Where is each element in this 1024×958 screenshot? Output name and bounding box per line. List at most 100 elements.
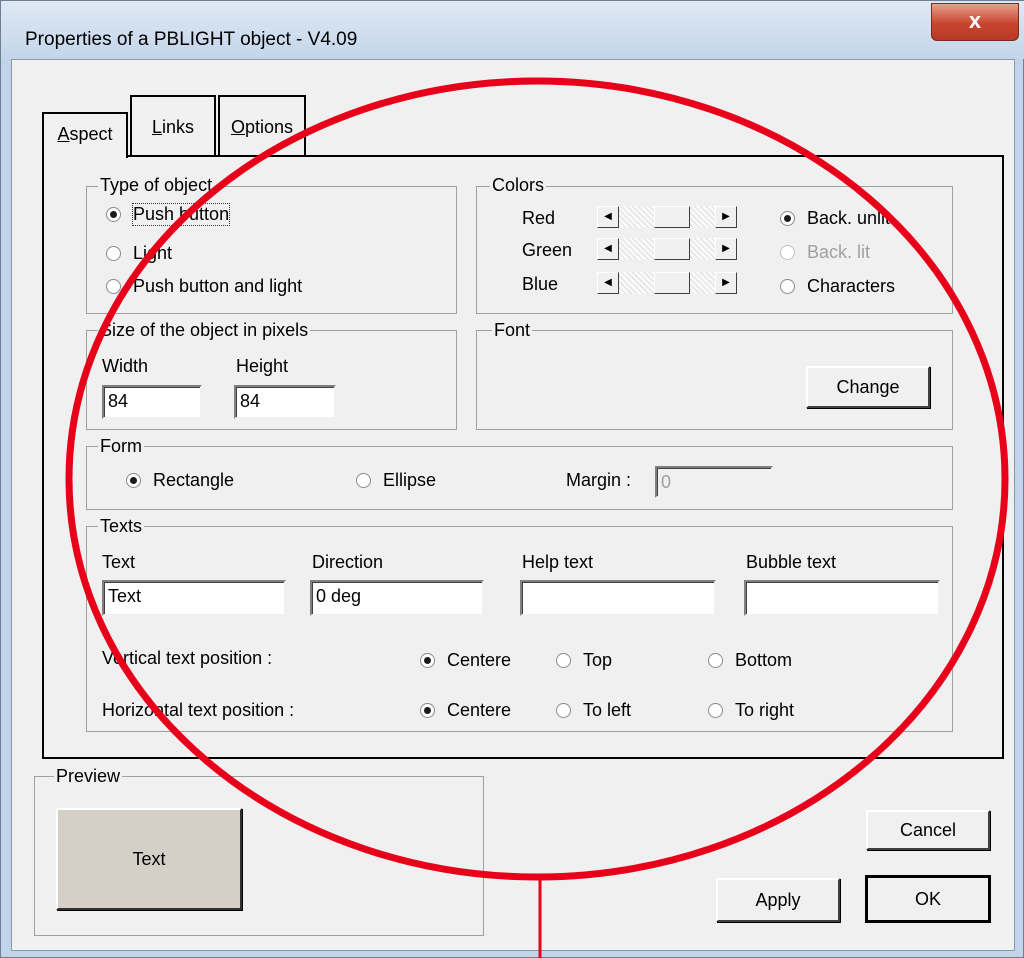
radio-horizontal-centere[interactable]: Centere bbox=[420, 700, 511, 721]
radio-push-button-dot bbox=[106, 207, 121, 222]
radio-horizontal-to-right[interactable]: To right bbox=[708, 700, 794, 721]
radio-back-lit-dot bbox=[780, 245, 795, 260]
direction-label: Direction bbox=[312, 552, 384, 572]
green-scroll-track[interactable] bbox=[619, 238, 715, 260]
radio-back-unlit-label: Back. unlit bbox=[807, 208, 891, 228]
text-label: Text bbox=[102, 552, 136, 572]
radio-ellipse-label: Ellipse bbox=[383, 470, 437, 490]
green-scroll-thumb[interactable] bbox=[654, 238, 690, 260]
radio-vertical-bottom-label: Bottom bbox=[735, 650, 793, 670]
radio-back-lit[interactable]: Back. lit bbox=[780, 242, 870, 263]
radio-ellipse-dot bbox=[356, 473, 371, 488]
blue-scroll-right-icon[interactable]: ▶ bbox=[715, 272, 737, 294]
size-legend: Size of the object in pixels bbox=[98, 320, 311, 340]
red-scroll-right-icon[interactable]: ▶ bbox=[715, 206, 737, 228]
apply-button[interactable]: Apply bbox=[716, 878, 840, 922]
radio-vertical-centere[interactable]: Centere bbox=[420, 650, 511, 671]
help-text-label: Help text bbox=[522, 552, 594, 572]
tab-options-label: ptions bbox=[244, 117, 294, 137]
red-label: Red bbox=[522, 208, 556, 228]
close-icon: x bbox=[968, 8, 982, 33]
red-scroll-track[interactable] bbox=[619, 206, 715, 228]
change-font-button[interactable]: Change bbox=[806, 366, 930, 408]
color-sliders: ◀ ▶ ◀ ▶ ◀ ▶ bbox=[597, 206, 737, 296]
text-field[interactable]: Text bbox=[102, 580, 286, 616]
preview-button: Text bbox=[56, 808, 242, 910]
width-field[interactable]: 84 bbox=[102, 385, 202, 419]
window-title: Properties of a PBLIGHT object - V4.09 bbox=[25, 29, 358, 50]
green-scrollbar[interactable]: ◀ ▶ bbox=[597, 238, 737, 260]
radio-characters-dot bbox=[780, 279, 795, 294]
help-text-field[interactable] bbox=[520, 580, 716, 616]
radio-push-button-label: Push button bbox=[131, 203, 231, 226]
radio-push-button-and-light-label: Push button and light bbox=[133, 276, 303, 296]
type-of-object-legend: Type of object bbox=[98, 175, 215, 195]
bubble-text-field[interactable] bbox=[744, 580, 940, 616]
tab-links-mnemonic: L bbox=[151, 117, 162, 137]
red-scroll-left-icon[interactable]: ◀ bbox=[597, 206, 619, 228]
radio-rectangle-label: Rectangle bbox=[153, 470, 235, 490]
radio-back-lit-label: Back. lit bbox=[807, 242, 871, 262]
colors-legend: Colors bbox=[490, 175, 547, 195]
green-scroll-right-icon[interactable]: ▶ bbox=[715, 238, 737, 260]
radio-back-unlit[interactable]: Back. unlit bbox=[780, 208, 890, 229]
height-label: Height bbox=[236, 356, 289, 376]
margin-label: Margin : bbox=[566, 470, 632, 490]
radio-horizontal-to-right-dot bbox=[708, 703, 723, 718]
radio-horizontal-to-left[interactable]: To left bbox=[556, 700, 631, 721]
radio-vertical-top-label: Top bbox=[583, 650, 613, 670]
radio-rectangle[interactable]: Rectangle bbox=[126, 470, 234, 491]
blue-scrollbar[interactable]: ◀ ▶ bbox=[597, 272, 737, 294]
radio-vertical-centere-dot bbox=[420, 653, 435, 668]
preview-legend: Preview bbox=[54, 766, 123, 786]
radio-horizontal-to-right-label: To right bbox=[735, 700, 795, 720]
form-legend: Form bbox=[98, 436, 144, 456]
red-scrollbar[interactable]: ◀ ▶ bbox=[597, 206, 737, 228]
blue-scroll-track[interactable] bbox=[619, 272, 715, 294]
tab-aspect-mnemonic: A bbox=[57, 124, 70, 144]
preview-button-text: Text bbox=[132, 849, 166, 869]
radio-light-dot bbox=[106, 246, 121, 261]
radio-horizontal-to-left-dot bbox=[556, 703, 571, 718]
radio-vertical-bottom[interactable]: Bottom bbox=[708, 650, 792, 671]
radio-vertical-top-dot bbox=[556, 653, 571, 668]
tab-options[interactable]: Options bbox=[218, 95, 306, 155]
width-label: Width bbox=[102, 356, 149, 376]
radio-horizontal-to-left-label: To left bbox=[583, 700, 632, 720]
cancel-button[interactable]: Cancel bbox=[866, 810, 990, 850]
radio-light[interactable]: Light bbox=[106, 243, 172, 264]
vertical-position-label: Vertical text position : bbox=[102, 648, 273, 668]
horizontal-position-label: Horizontal text position : bbox=[102, 700, 295, 720]
red-scroll-thumb[interactable] bbox=[654, 206, 690, 228]
radio-horizontal-centere-dot bbox=[420, 703, 435, 718]
tab-aspect[interactable]: Aspect bbox=[42, 112, 128, 158]
radio-vertical-bottom-dot bbox=[708, 653, 723, 668]
radio-push-button[interactable]: Push button bbox=[106, 203, 231, 226]
radio-vertical-centere-label: Centere bbox=[447, 650, 512, 670]
radio-characters-label: Characters bbox=[807, 276, 896, 296]
bubble-text-label: Bubble text bbox=[746, 552, 837, 572]
texts-legend: Texts bbox=[98, 516, 145, 536]
radio-characters[interactable]: Characters bbox=[780, 276, 895, 297]
margin-field[interactable]: 0 bbox=[655, 466, 773, 498]
close-button[interactable]: x bbox=[931, 3, 1019, 41]
blue-scroll-left-icon[interactable]: ◀ bbox=[597, 272, 619, 294]
active-tab-joiner bbox=[44, 153, 126, 159]
radio-push-button-and-light[interactable]: Push button and light bbox=[106, 276, 302, 297]
font-legend: Font bbox=[492, 320, 533, 340]
blue-label: Blue bbox=[522, 274, 559, 294]
ok-button[interactable]: OK bbox=[865, 875, 991, 923]
green-label: Green bbox=[522, 240, 573, 260]
radio-rectangle-dot bbox=[126, 473, 141, 488]
radio-back-unlit-dot bbox=[780, 211, 795, 226]
radio-ellipse[interactable]: Ellipse bbox=[356, 470, 436, 491]
green-scroll-left-icon[interactable]: ◀ bbox=[597, 238, 619, 260]
tab-links[interactable]: Links bbox=[130, 95, 216, 155]
tab-links-label: inks bbox=[162, 117, 195, 137]
blue-scroll-thumb[interactable] bbox=[654, 272, 690, 294]
height-field[interactable]: 84 bbox=[234, 385, 336, 419]
tab-aspect-label: spect bbox=[69, 124, 113, 144]
radio-vertical-top[interactable]: Top bbox=[556, 650, 612, 671]
direction-field[interactable]: 0 deg bbox=[310, 580, 484, 616]
radio-horizontal-centere-label: Centere bbox=[447, 700, 512, 720]
